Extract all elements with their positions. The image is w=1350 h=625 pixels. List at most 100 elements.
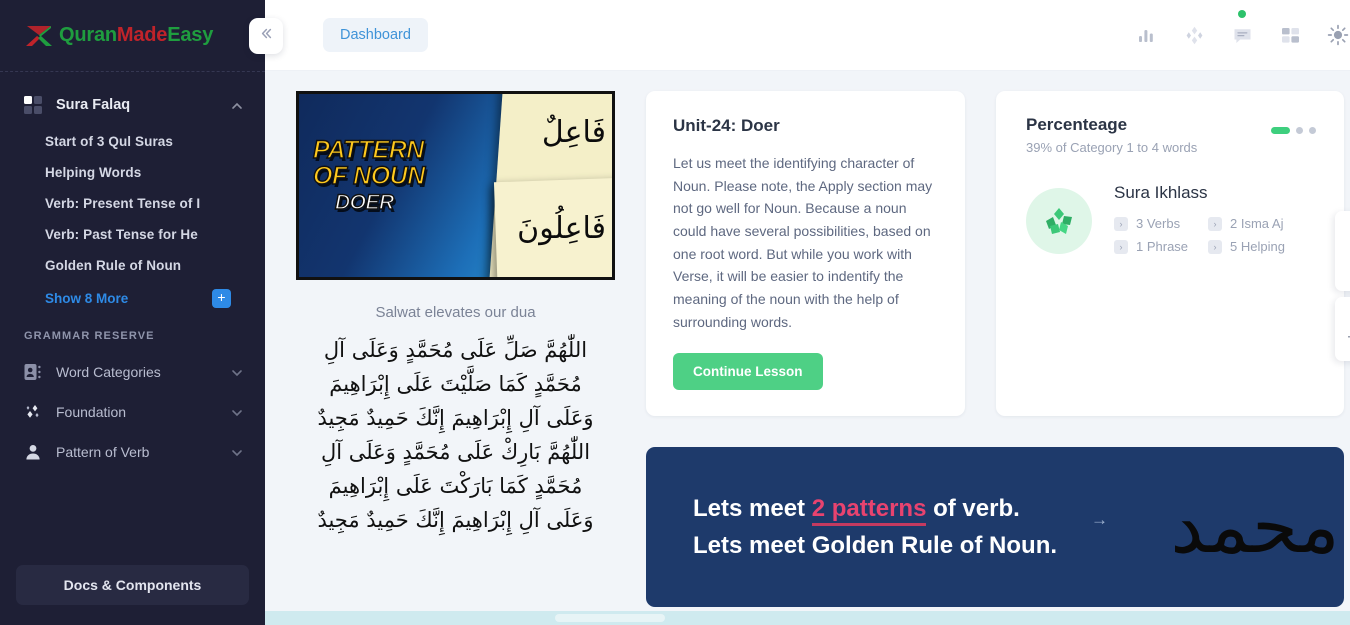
sidebar-item-label: Pattern of Verb xyxy=(56,444,150,460)
sidebar-group-sura-falaq[interactable]: Sura Falaq xyxy=(0,88,265,122)
chevron-double-left-icon xyxy=(259,26,274,46)
chevron-down-icon[interactable] xyxy=(231,446,243,458)
side-tab-help[interactable]: Help xyxy=(1335,297,1350,361)
video-title-line-3: DOER xyxy=(334,191,395,214)
sidebar: QuranMadeEasy Sura Falaq Start of 3 Qul … xyxy=(0,0,265,625)
left-column: فَاعِلٌ فَاعِلُونَ PATTERN OF NOUN DOER … xyxy=(296,91,615,625)
main-area: Dashboard فَاعِلٌ فَاعِلُونَ PATTERN OF … xyxy=(265,0,1350,625)
percentage-card-body: Sura Ikhlass › 3 Verbs › 2 Isma Aj › 1 P… xyxy=(1026,183,1344,258)
chevron-right-icon: › xyxy=(1114,216,1128,231)
banner-calligraphy-art: محمد xyxy=(1170,452,1339,602)
stat-chip-label: 5 Helping xyxy=(1230,239,1285,254)
continue-lesson-button[interactable]: Continue Lesson xyxy=(673,353,823,391)
percentage-card: Percenteage 39% of Category 1 to 4 words xyxy=(996,91,1344,417)
notification-badge-dot xyxy=(1238,10,1246,18)
banner-arabic-glyph: محمد xyxy=(1170,484,1340,571)
video-title-line-1: PATTERN xyxy=(312,136,425,164)
user-icon xyxy=(24,443,42,461)
arrow-right-icon: → xyxy=(1091,510,1108,530)
percentage-card-header: Percenteage 39% of Category 1 to 4 words xyxy=(1026,115,1344,155)
stat-chip-phrase[interactable]: › 1 Phrase xyxy=(1114,239,1208,254)
sidebar-item-pattern-of-verb[interactable]: Pattern of Verb xyxy=(0,432,265,472)
top-bar: Dashboard xyxy=(265,0,1350,71)
sidebar-item-label: Foundation xyxy=(56,404,127,420)
topbar-icon-group xyxy=(1135,10,1349,46)
sun-theme-icon[interactable] xyxy=(1327,24,1349,46)
stat-chip-label: 2 Isma Aj xyxy=(1230,216,1284,231)
cards-row: Unit-24: Doer Let us meet the identifyin… xyxy=(646,91,1344,417)
unit-lesson-card: Unit-24: Doer Let us meet the identifyin… xyxy=(646,91,965,417)
chevron-right-icon: › xyxy=(1208,239,1222,254)
chevron-up-icon[interactable] xyxy=(231,99,243,111)
chevron-right-icon: › xyxy=(1208,216,1222,231)
sidebar-item-start-of-3-qul-suras[interactable]: Start of 3 Qul Suras xyxy=(0,126,265,157)
sidebar-section-title: GRAMMAR RESERVE xyxy=(24,330,155,342)
brand-part-2: Made xyxy=(116,24,168,46)
carousel-dot-2[interactable] xyxy=(1296,127,1303,134)
video-arabic-faailoon: فَاعِلُونَ xyxy=(517,211,606,246)
carousel-indicator[interactable] xyxy=(1271,127,1316,134)
tab-dashboard[interactable]: Dashboard xyxy=(323,18,428,52)
salwat-arabic-text: اللّٰهُمَّ صَلِّ عَلَى مُحَمَّدٍ وَعَلَى… xyxy=(317,338,594,533)
sidebar-item-verb-past-tense[interactable]: Verb: Past Tense for He xyxy=(0,219,265,250)
sidebar-item-golden-rule-of-noun[interactable]: Golden Rule of Noun xyxy=(0,250,265,281)
scrollbar-thumb[interactable] xyxy=(555,614,665,622)
chat-bubble-icon[interactable] xyxy=(1231,10,1253,46)
banner-line-1-suffix: of verb. xyxy=(926,495,1020,523)
sidebar-bottom-fill xyxy=(0,611,265,625)
banner-text: Lets meet 2 patterns of verb. Lets meet … xyxy=(646,490,1057,564)
sidebar-item-foundation[interactable]: Foundation xyxy=(0,392,265,432)
percentage-info: Sura Ikhlass › 3 Verbs › 2 Isma Aj › 1 P… xyxy=(1114,183,1344,258)
sura-name: Sura Ikhlass xyxy=(1114,183,1208,202)
right-column: Unit-24: Doer Let us meet the identifyin… xyxy=(646,91,1344,625)
video-thumbnail-card[interactable]: فَاعِلٌ فَاعِلُونَ PATTERN OF NOUN DOER xyxy=(296,91,615,280)
stat-chip-helping[interactable]: › 5 Helping xyxy=(1208,239,1302,254)
banner-line-1-prefix: Lets meet xyxy=(693,495,812,523)
x-mark-logo-icon xyxy=(24,23,54,49)
salwat-title: Salwat elevates our dua xyxy=(375,304,536,321)
brand-part-3: Easy xyxy=(167,24,214,46)
sparkle-diamond-icon xyxy=(24,403,42,421)
clover-leaf-icon xyxy=(1026,187,1092,254)
add-plus-button[interactable]: + xyxy=(212,289,231,308)
stat-chip-list: › 3 Verbs › 2 Isma Aj › 1 Phrase › 5 Hel… xyxy=(1114,212,1344,258)
sidebar-group-label: Sura Falaq xyxy=(56,97,131,113)
video-title-line-2: OF NOUN xyxy=(312,161,426,190)
percentage-header-text: Percenteage 39% of Category 1 to 4 words xyxy=(1026,115,1271,155)
unit-title: Unit-24: Doer xyxy=(673,116,780,135)
sidebar-item-label: Word Categories xyxy=(56,364,161,380)
sidebar-item-verb-present-tense[interactable]: Verb: Present Tense of I xyxy=(0,188,265,219)
brand-logo[interactable]: QuranMadeEasy xyxy=(0,0,265,72)
chevron-down-icon[interactable] xyxy=(231,406,243,418)
stat-chip-verbs[interactable]: › 3 Verbs xyxy=(1114,216,1208,231)
show-more-link[interactable]: Show 8 More xyxy=(45,291,128,306)
contact-card-icon xyxy=(24,363,42,381)
docs-and-components-button[interactable]: Docs & Components xyxy=(16,565,249,605)
sidebar-sublist: Start of 3 Qul Suras Helping Words Verb:… xyxy=(0,122,265,316)
stat-chip-isma-aj[interactable]: › 2 Isma Aj xyxy=(1208,216,1302,231)
grid-layout-icon[interactable] xyxy=(1279,24,1301,46)
sidebar-scroll: Sura Falaq Start of 3 Qul Suras Helping … xyxy=(0,72,265,565)
sidebar-item-word-categories[interactable]: Word Categories xyxy=(0,352,265,392)
promo-banner[interactable]: Lets meet 2 patterns of verb. Lets meet … xyxy=(646,447,1344,608)
stat-chip-label: 3 Verbs xyxy=(1136,216,1181,231)
video-title-text: PATTERN OF NOUN DOER xyxy=(312,136,503,214)
chevron-right-icon: › xyxy=(1114,239,1128,254)
content-area: فَاعِلٌ فَاعِلُونَ PATTERN OF NOUN DOER … xyxy=(265,71,1350,625)
percentage-subtitle: 39% of Category 1 to 4 words xyxy=(1026,140,1198,155)
percentage-title: Percenteage xyxy=(1026,115,1128,134)
sidebar-collapse-button[interactable] xyxy=(249,18,283,54)
sparkle-diamond-icon[interactable] xyxy=(1183,24,1205,46)
bar-chart-icon[interactable] xyxy=(1135,24,1157,46)
chevron-down-icon[interactable] xyxy=(231,366,243,378)
banner-line-1: Lets meet 2 patterns of verb. xyxy=(693,490,1057,527)
brand-text: QuranMadeEasy xyxy=(59,24,213,47)
banner-highlight: 2 patterns xyxy=(811,495,927,527)
carousel-dot-3[interactable] xyxy=(1309,127,1316,134)
side-tab-demos[interactable]: Demos xyxy=(1335,211,1350,291)
banner-line-2: Lets meet Golden Rule of Noun. xyxy=(693,532,1058,560)
side-tab-group: Demos Help xyxy=(1335,211,1350,367)
sidebar-item-helping-words[interactable]: Helping Words xyxy=(0,157,265,188)
unit-description: Let us meet the identifying character of… xyxy=(673,155,933,330)
carousel-dot-active[interactable] xyxy=(1271,127,1290,134)
